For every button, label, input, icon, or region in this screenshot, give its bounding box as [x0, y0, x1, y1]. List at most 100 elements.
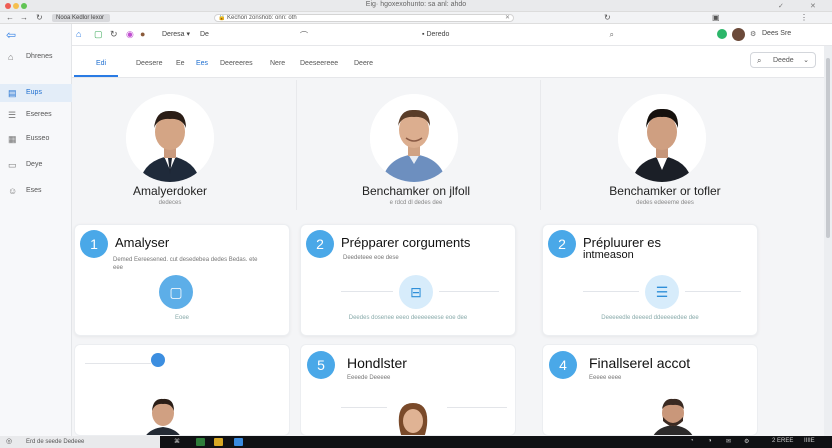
user-name[interactable]: Dees Sre: [762, 30, 791, 37]
scrollbar-thumb[interactable]: [826, 58, 830, 238]
browser-toolbar: ← → ↻ Nooa Kedlor lexor 🔒 Kechon zonshob…: [0, 12, 832, 24]
app-logo-icon[interactable]: ⌂: [76, 29, 81, 39]
user-menu-icon[interactable]: ⚙: [750, 30, 756, 38]
person-portrait: [370, 94, 458, 182]
folder-icon[interactable]: [214, 438, 223, 446]
person-name: Benchamker on jlfoll: [361, 184, 471, 198]
step-number-badge: 5: [307, 351, 335, 379]
step-card-analyse[interactable]: 1 Amalyser Demed Eereesened. cut desedeb…: [74, 224, 290, 336]
connector-line: [341, 291, 393, 292]
connector-line: [447, 407, 507, 408]
filter-dropdown[interactable]: ⌕ Deede ⌄: [750, 52, 816, 68]
connector-line: [85, 363, 151, 364]
map-pin-icon: [151, 353, 165, 367]
home-icon: ⌂: [8, 52, 14, 62]
chevron-down-icon: ⌄: [803, 57, 809, 64]
sidebar-item-label: Dhrenes: [26, 53, 53, 60]
menu-icon[interactable]: ⋮: [800, 13, 808, 22]
reload-icon[interactable]: ↻: [36, 13, 43, 22]
taskbar: ◎ Erd de seede Dedeee ⌘ ◔ ◑ ✉ ⚙ 2 EREE I…: [0, 436, 832, 448]
browser-icon[interactable]: [234, 438, 243, 446]
status-text: Erd de seede Dedeee: [26, 439, 85, 445]
search-input[interactable]: ⌒ ▪ Deredo ⌕: [294, 28, 614, 42]
sidebar-item-label: Eups: [26, 89, 42, 96]
filter-label: Deede: [773, 57, 794, 64]
sidebar-item-label: Deye: [26, 161, 43, 168]
briefcase-icon[interactable]: ⊟: [399, 275, 433, 309]
step-card-prepare-interview[interactable]: 2 Prépluurer es intmeason ☰ Deeeeedle de…: [542, 224, 758, 336]
sidebar-item-home[interactable]: ⌂ Dhrenes: [0, 48, 72, 66]
sidebar-item-list[interactable]: ☰ Eserees: [0, 106, 72, 124]
info-icon: ◎: [6, 438, 13, 445]
sidebar-item-table[interactable]: ▦ Eusseo: [0, 130, 72, 148]
browser-tab[interactable]: Nooa Kedlor lexor: [52, 14, 110, 22]
refresh-icon[interactable]: ↻: [604, 13, 611, 22]
tab-deeseereee[interactable]: Deeseereee: [300, 60, 338, 67]
back-icon[interactable]: ←: [6, 13, 14, 22]
lower-card[interactable]: [74, 344, 290, 436]
step-title: Hondlster: [347, 355, 407, 371]
tab-nere[interactable]: Nere: [270, 60, 285, 67]
app-header: ⌂ ▢ ↻ ◉ ● Deresa ▾ De ⌒ ▪ Deredo ⌕ ⚙ Dee…: [72, 24, 832, 46]
tab-deereeres[interactable]: Deereeres: [220, 60, 253, 67]
tab-ees[interactable]: Ees: [196, 60, 208, 67]
lower-card[interactable]: 5 Hondlster Eeeede Deeeee: [300, 344, 516, 436]
tab-deesere[interactable]: Deesere: [136, 60, 162, 67]
step-card-prepare-arguments[interactable]: 2 Prépparer corguments Deedeteee eoe des…: [300, 224, 516, 336]
clear-url-icon[interactable]: ✕: [505, 15, 510, 21]
person-card[interactable]: Benchamker or tofler dedes edeeeme dees: [562, 78, 768, 218]
window-title: Eig· hgoxexohunto: sa anl: ahdo: [365, 1, 467, 8]
online-status-icon: [717, 29, 727, 39]
step-number-badge: 4: [549, 351, 577, 379]
profile-avatar-icon[interactable]: ●: [140, 29, 145, 39]
settings-icon[interactable]: ⚙: [744, 438, 749, 445]
step-title: Prépluurer es: [583, 235, 662, 250]
chat-icon[interactable]: ☰: [645, 275, 679, 309]
url-field[interactable]: 🔒 Kechon zonshob: onn: oth ✕: [214, 14, 514, 22]
lock-icon: 🔒: [218, 15, 226, 21]
tab-ee[interactable]: Ee: [176, 60, 185, 67]
search-label-text: Deredo: [426, 31, 450, 38]
person-card[interactable]: Amalyerdoker dedeces: [72, 78, 268, 218]
tab-deere[interactable]: Deere: [354, 60, 373, 67]
step-number-badge: 2: [306, 230, 334, 258]
avatar[interactable]: [732, 28, 745, 41]
sidebar-item-calendar[interactable]: ▭ Deye: [0, 156, 72, 174]
app-icon[interactable]: [196, 438, 205, 446]
sync-icon[interactable]: ↻: [110, 29, 118, 40]
search-label: ▪ Deredo: [422, 31, 449, 38]
step-number-badge: 1: [80, 230, 108, 258]
clipboard-icon[interactable]: ▢: [94, 29, 103, 40]
color-icon[interactable]: ◉: [126, 29, 134, 40]
status-area: ◎ Erd de seede Dedeee: [0, 436, 160, 448]
arrow-back-icon[interactable]: ⇦: [6, 28, 16, 42]
search-icon: ⌕: [757, 56, 762, 65]
document-icon[interactable]: ▢: [159, 275, 193, 309]
lower-card[interactable]: 4 Finallserel accot Eeeee eeee: [542, 344, 758, 436]
close-icon[interactable]: ✕: [810, 2, 816, 10]
sidebar-item-people[interactable]: ☺ Eses: [0, 182, 72, 200]
volume-icon[interactable]: ◑: [708, 438, 712, 444]
step-description: Demed Eereesened. cut desedebea dedes Be…: [113, 257, 258, 263]
check-icon[interactable]: ✓: [778, 2, 784, 10]
step-footer: Eoee: [174, 315, 189, 321]
connector-line: [685, 291, 741, 292]
step-number-badge: 2: [548, 230, 576, 258]
man-portrait-icon: [647, 389, 699, 435]
forward-icon[interactable]: →: [20, 13, 28, 22]
tab-edi[interactable]: Edi: [96, 60, 106, 67]
search-icon: ⌕: [609, 30, 614, 39]
person-card[interactable]: Benchamker on jlfoll e rdcd dl dedes dee: [316, 78, 516, 218]
step-footer: Deedes dosenee eeeo deeeeeeese eoe dee: [348, 315, 468, 321]
start-icon[interactable]: ⌘: [174, 438, 180, 445]
step-title: Finallserel accot: [589, 355, 691, 371]
scrollbar[interactable]: [824, 46, 832, 436]
extension-icon[interactable]: ▣: [712, 13, 720, 22]
profile-select[interactable]: Deresa ▾ De: [162, 30, 209, 38]
sidebar-item-docs[interactable]: ▤ Eups: [0, 84, 72, 102]
man-portrait-icon: [370, 94, 458, 182]
woman-portrait-icon: [387, 395, 439, 435]
network-icon[interactable]: ◔: [690, 438, 694, 444]
mail-icon[interactable]: ✉: [726, 438, 731, 445]
person-portrait: [647, 389, 699, 435]
